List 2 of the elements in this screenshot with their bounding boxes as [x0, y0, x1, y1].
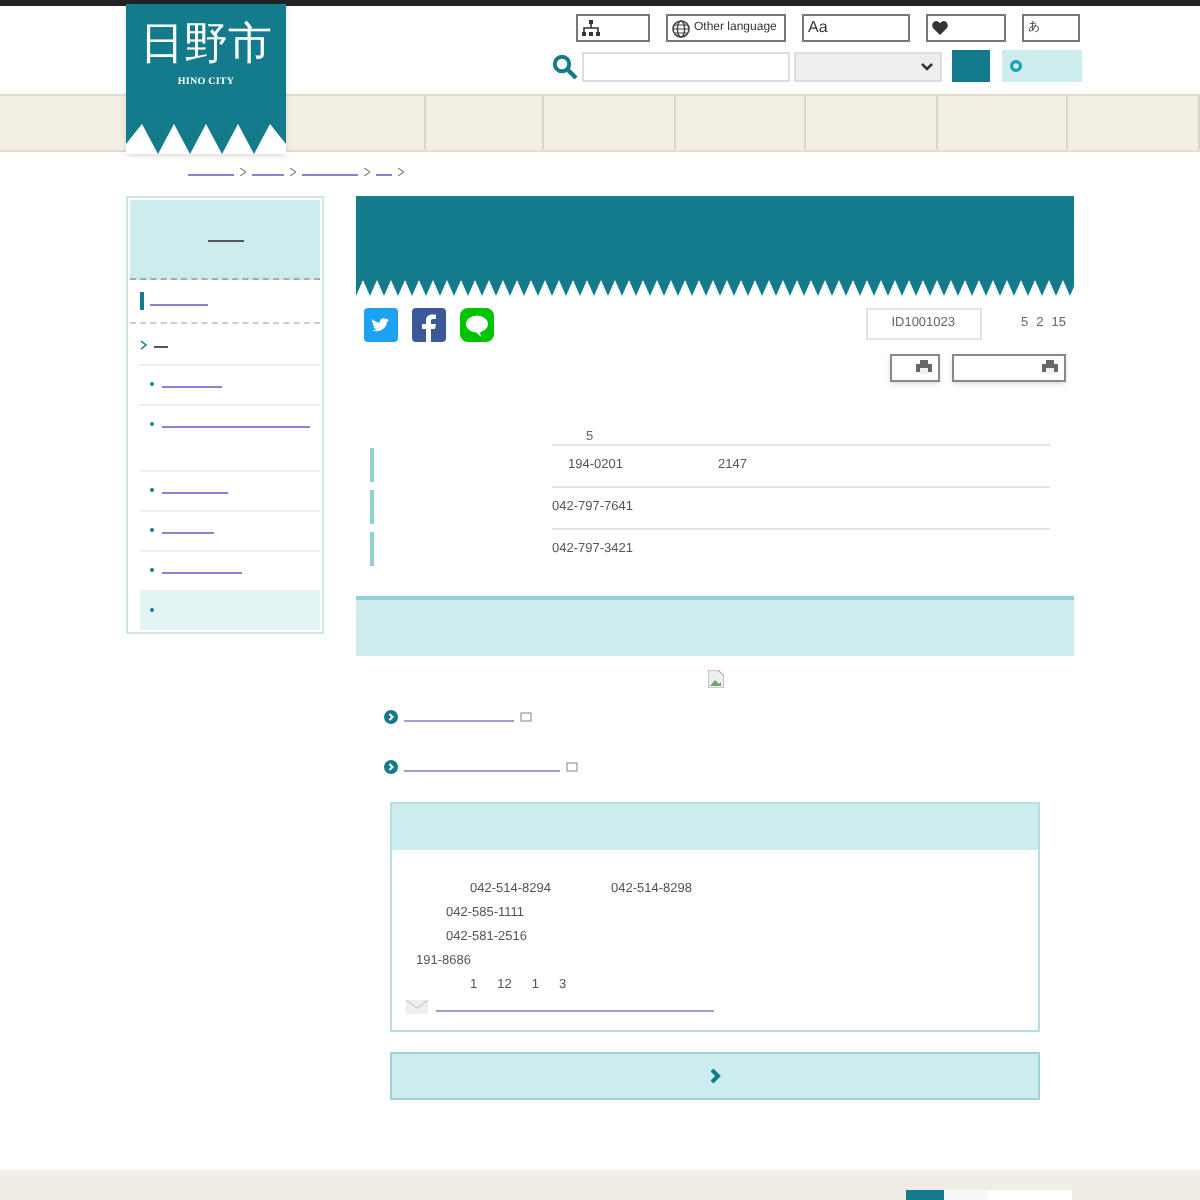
- font-size-button[interactable]: Aa: [802, 14, 910, 42]
- logo-title: 日野市: [140, 24, 272, 68]
